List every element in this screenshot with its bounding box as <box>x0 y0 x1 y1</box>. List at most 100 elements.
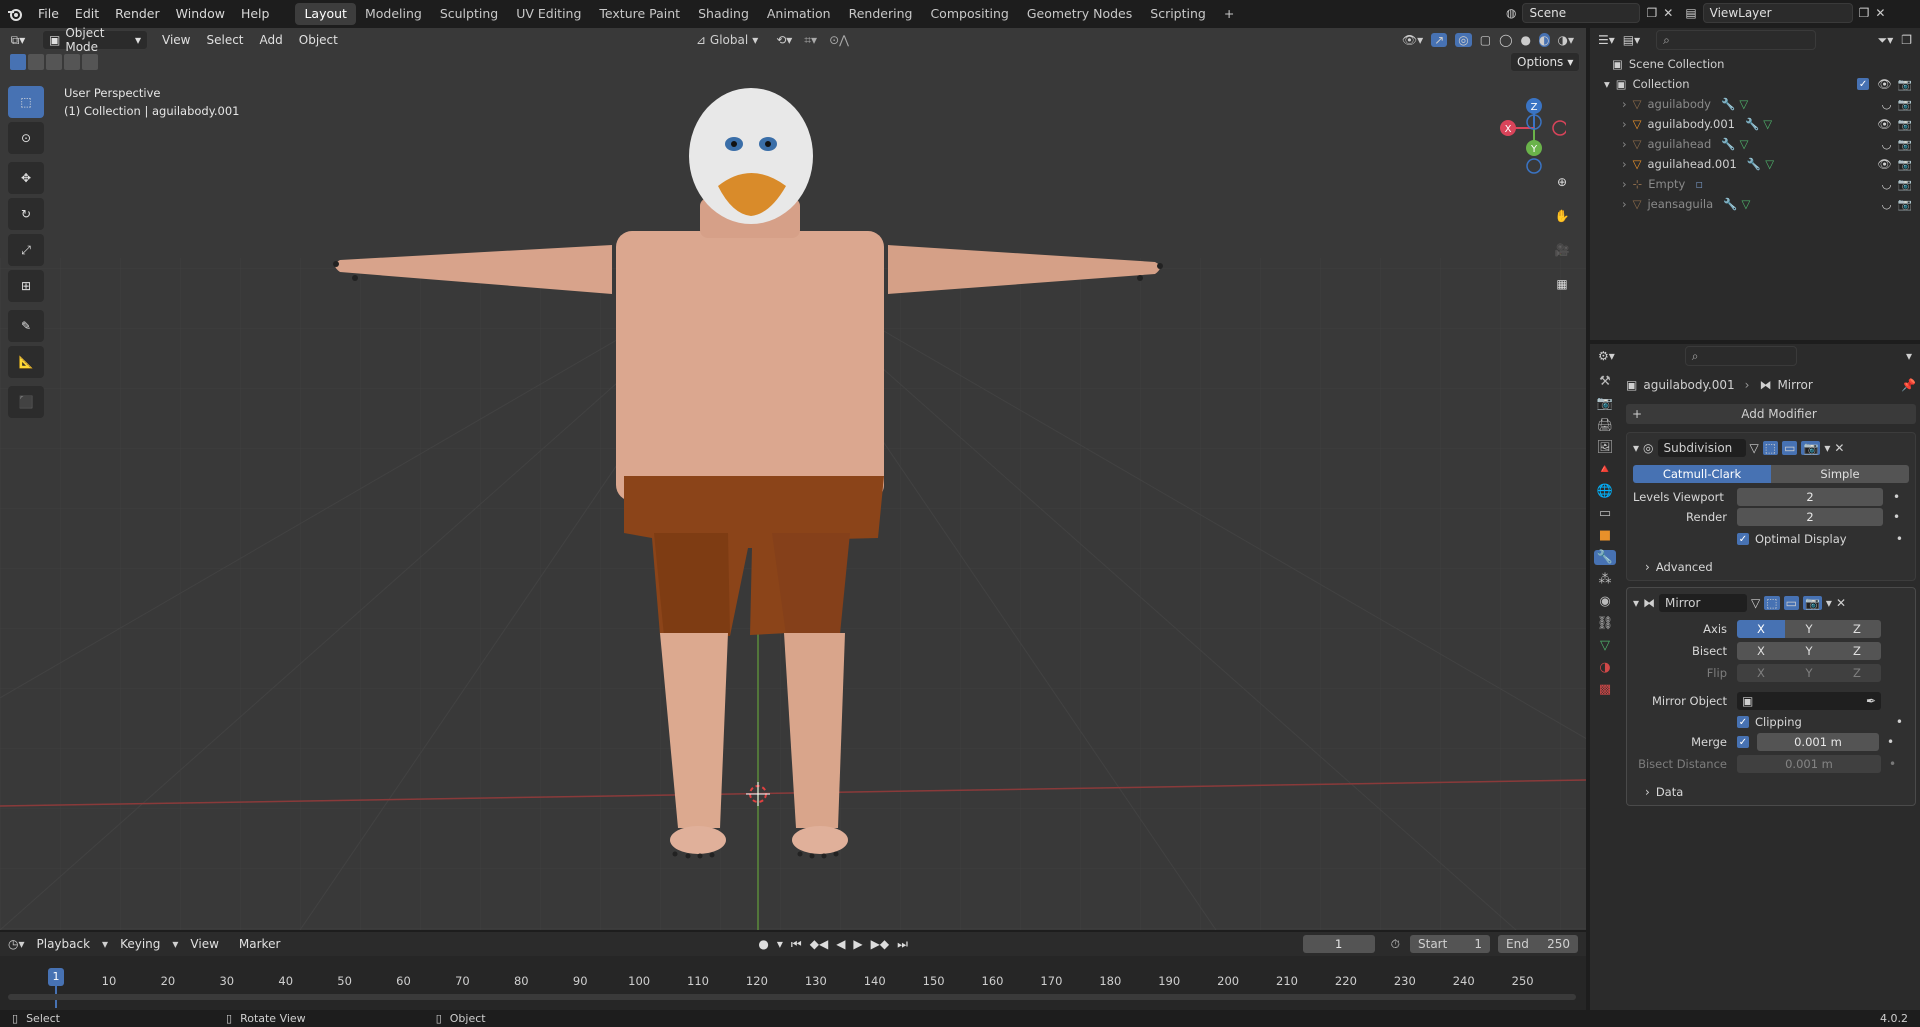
tab-geometry-nodes[interactable]: Geometry Nodes <box>1018 3 1141 25</box>
proportional-edit-icon[interactable]: ⊙⋀ <box>829 33 849 47</box>
edit-mode-toggle-icon[interactable]: ▽ <box>1751 596 1760 610</box>
display-mode-icon[interactable]: ▤▾ <box>1623 33 1640 47</box>
chevron-right-icon[interactable]: › <box>1622 157 1627 171</box>
pivot-icon[interactable]: ⟲▾ <box>776 33 792 47</box>
delete-scene-icon[interactable]: ✕ <box>1663 6 1673 20</box>
tab-animation[interactable]: Animation <box>758 3 840 25</box>
clipping-checkbox[interactable]: ✓ Clipping • <box>1737 715 1909 729</box>
select-extend-icon[interactable] <box>28 54 44 70</box>
outliner-search-input[interactable]: ⌕ <box>1656 30 1817 50</box>
camera-icon[interactable]: 📷 <box>1898 137 1912 151</box>
blender-logo-icon[interactable] <box>0 0 30 28</box>
chevron-right-icon[interactable]: › <box>1622 137 1627 151</box>
keyframe-dot-icon[interactable]: • <box>1896 532 1903 546</box>
keyframe-dot-icon[interactable]: • <box>1889 757 1896 771</box>
cage-toggle-icon[interactable]: ⬚ <box>1764 596 1780 610</box>
viewport-toggle-icon[interactable]: ▭ <box>1783 596 1799 610</box>
outliner-object-row[interactable]: › ▽ aguilabody 🔧 ▽ ◡ 📷 <box>1598 94 1912 114</box>
cursor-icon[interactable]: ⊙ <box>8 122 44 154</box>
pan-hand-icon[interactable]: ✋ <box>1548 202 1576 230</box>
transform-icon[interactable]: ⊞ <box>8 270 44 302</box>
view-layer-selector[interactable]: ViewLayer <box>1702 3 1853 23</box>
3d-viewport[interactable]: User Perspective (1) Collection | aguila… <box>0 28 1586 930</box>
transform-orientation[interactable]: ⊿ Global ▾ <box>696 33 758 47</box>
tab-rendering[interactable]: Rendering <box>840 3 922 25</box>
object-tab-icon[interactable]: ■ <box>1599 528 1611 543</box>
collection-row[interactable]: ▾ ▣ Collection ✓ 👁 📷 <box>1598 74 1912 94</box>
world-tab-icon[interactable]: 🌐 <box>1597 484 1613 499</box>
scene-collection-row[interactable]: ▣ Scene Collection <box>1598 54 1912 74</box>
flip-z-toggle[interactable]: Z <box>1833 664 1881 682</box>
menu-render[interactable]: Render <box>107 3 168 25</box>
chevron-down-icon[interactable]: ▾ <box>1633 441 1639 455</box>
render-tab-icon[interactable]: 📷 <box>1597 396 1613 411</box>
optimal-display-checkbox[interactable]: ✓ Optimal Display • <box>1737 532 1909 546</box>
scene-tab-icon[interactable]: 🔺 <box>1597 462 1613 477</box>
rotate-icon[interactable]: ↻ <box>8 198 44 230</box>
camera-icon[interactable]: 📷 <box>1898 157 1912 171</box>
move-icon[interactable]: ✥ <box>8 162 44 194</box>
tab-uv-editing[interactable]: UV Editing <box>507 3 590 25</box>
outliner-object-row[interactable]: › ▽ jeansaguila 🔧 ▽ ◡ 📷 <box>1598 194 1912 214</box>
add-modifier-button[interactable]: + Add Modifier <box>1626 404 1916 424</box>
zoom-icon[interactable]: ⊕ <box>1548 168 1576 196</box>
dropdown-icon[interactable]: ▾ <box>1826 596 1832 610</box>
close-icon[interactable]: ✕ <box>1836 596 1846 610</box>
outliner-object-row[interactable]: › ⊹ Empty ▫ ◡ 📷 <box>1598 174 1912 194</box>
eyedropper-icon[interactable]: ✒ <box>1866 694 1876 708</box>
material-shading-icon[interactable]: ◐ <box>1539 33 1550 47</box>
advanced-subpanel[interactable]: › Advanced <box>1645 558 1909 576</box>
menu-add[interactable]: Add <box>252 30 291 50</box>
options-button[interactable]: Options ▾ <box>1510 52 1581 72</box>
properties-search-input[interactable]: ⌕ <box>1684 346 1797 366</box>
bisect-distance-field[interactable]: 0.001 m <box>1737 755 1881 773</box>
chevron-down-icon[interactable]: ▾ <box>1604 77 1610 91</box>
select-box-icon[interactable]: ⬚ <box>8 86 44 118</box>
physics-tab-icon[interactable]: ◉ <box>1599 594 1610 609</box>
select-subtract-icon[interactable] <box>46 54 62 70</box>
menu-edit[interactable]: Edit <box>67 3 107 25</box>
output-tab-icon[interactable]: 🖨 <box>1597 418 1614 433</box>
new-scene-icon[interactable]: ❐ <box>1646 6 1657 20</box>
outliner-object-row[interactable]: › ▽ aguilahead.001 🔧 ▽ 👁 📷 <box>1598 154 1912 174</box>
scale-icon[interactable]: ⤢ <box>8 234 44 266</box>
menu-file[interactable]: File <box>30 3 67 25</box>
tool-tab-icon[interactable]: ⚒ <box>1599 374 1611 389</box>
chevron-right-icon[interactable]: › <box>1622 177 1627 191</box>
camera-view-icon[interactable]: 🎥 <box>1548 236 1576 264</box>
editor-type-icon[interactable]: ⧉▾ <box>0 33 36 48</box>
bisect-x-toggle[interactable]: X <box>1737 642 1785 660</box>
eye-closed-icon[interactable]: ◡ <box>1882 97 1892 111</box>
tab-sculpting[interactable]: Sculpting <box>431 3 507 25</box>
bisect-z-toggle[interactable]: Z <box>1833 642 1881 660</box>
properties-editor-icon[interactable]: ⚙▾ <box>1598 349 1615 363</box>
new-collection-icon[interactable]: ❐ <box>1901 33 1912 47</box>
axis-y-toggle[interactable]: Y <box>1785 620 1833 638</box>
tab-texture-paint[interactable]: Texture Paint <box>590 3 689 25</box>
chevron-right-icon[interactable]: › <box>1622 197 1627 211</box>
particles-tab-icon[interactable]: ⁂ <box>1599 572 1612 587</box>
subdivision-name-field[interactable]: Subdivision <box>1657 439 1746 457</box>
flip-x-toggle[interactable]: X <box>1737 664 1785 682</box>
delete-view-layer-icon[interactable]: ✕ <box>1875 6 1885 20</box>
axis-z-toggle[interactable]: Z <box>1833 620 1881 638</box>
chevron-down-icon[interactable]: ▾ <box>1906 349 1912 363</box>
camera-icon[interactable]: 📷 <box>1898 177 1912 191</box>
tab-shading[interactable]: Shading <box>689 3 758 25</box>
solid-shading-icon[interactable]: ● <box>1521 33 1531 47</box>
view-layer-tab-icon[interactable]: 🖼 <box>1597 440 1614 455</box>
texture-tab-icon[interactable]: ▩ <box>1599 682 1611 697</box>
mirror-object-field[interactable]: ▣ ✒ <box>1737 692 1881 710</box>
menu-view[interactable]: View <box>154 30 198 50</box>
camera-icon[interactable]: 📷 <box>1898 197 1912 211</box>
merge-checkbox[interactable]: ✓ <box>1737 736 1749 748</box>
wireframe-shading-icon[interactable]: ◯ <box>1499 33 1512 47</box>
mode-selector[interactable]: ▣ Object Mode ▾ <box>42 26 148 54</box>
character-model[interactable] <box>0 28 1586 930</box>
viewport-toggle-icon[interactable]: ▭ <box>1782 441 1798 455</box>
collection-tab-icon[interactable]: ▭ <box>1599 506 1611 521</box>
add-cube-icon[interactable]: ⬛ <box>8 386 44 418</box>
tab-scripting[interactable]: Scripting <box>1141 3 1215 25</box>
menu-window[interactable]: Window <box>168 3 233 25</box>
keyframe-dot-icon[interactable]: • <box>1896 715 1903 729</box>
